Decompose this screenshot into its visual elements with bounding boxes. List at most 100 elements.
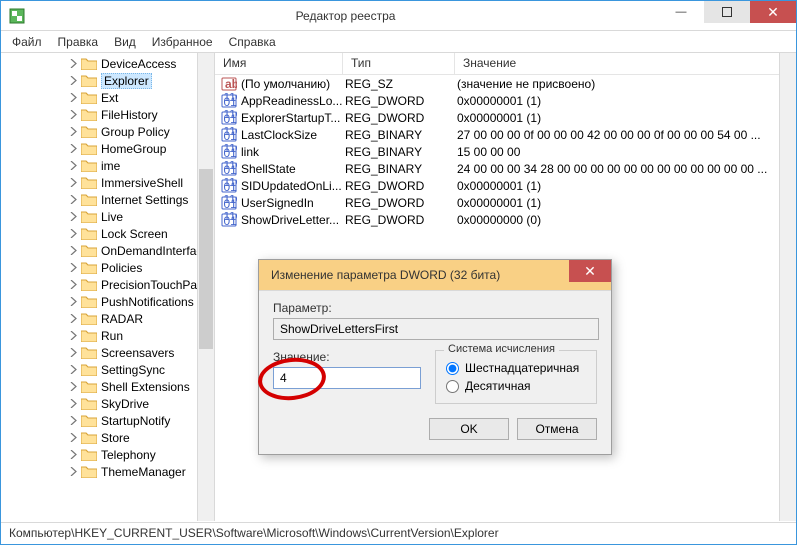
- list-row[interactable]: 110011LastClockSizeREG_BINARY27 00 00 00…: [215, 126, 796, 143]
- tree-toggle-icon[interactable]: [67, 347, 79, 359]
- tree-toggle-icon[interactable]: [67, 279, 79, 291]
- value-name: ShowDriveLetter...: [241, 213, 339, 227]
- tree-node[interactable]: StartupNotify: [5, 412, 214, 429]
- tree-node-label: OnDemandInterfac: [101, 244, 202, 258]
- value-input[interactable]: [273, 367, 421, 389]
- tree-node[interactable]: SettingSync: [5, 361, 214, 378]
- svg-text:011: 011: [224, 146, 238, 160]
- tree-node[interactable]: ImmersiveShell: [5, 174, 214, 191]
- svg-text:011: 011: [224, 163, 238, 177]
- list-scrollbar[interactable]: [779, 53, 796, 521]
- tree-node[interactable]: FileHistory: [5, 106, 214, 123]
- menu-view[interactable]: Вид: [107, 33, 143, 51]
- tree-scrollbar[interactable]: [197, 53, 214, 521]
- tree-node-label: Group Policy: [101, 125, 170, 139]
- tree-toggle-icon[interactable]: [67, 211, 79, 223]
- list-row[interactable]: 110011ExplorerStartupT...REG_DWORD0x0000…: [215, 109, 796, 126]
- value-name: ShellState: [241, 162, 296, 176]
- reg-binary-icon: 110011: [221, 110, 237, 126]
- radix-dec-radio[interactable]: [446, 380, 459, 393]
- tree-pane[interactable]: DeviceAccessExplorerExtFileHistory Group …: [1, 53, 215, 521]
- tree-toggle-icon[interactable]: [67, 313, 79, 325]
- list-row[interactable]: 110011UserSignedInREG_DWORD0x00000001 (1…: [215, 194, 796, 211]
- value-data: 0x00000000 (0): [455, 213, 796, 227]
- tree-toggle-icon[interactable]: [67, 466, 79, 478]
- menu-file[interactable]: Файл: [5, 33, 49, 51]
- menu-favorites[interactable]: Избранное: [145, 33, 220, 51]
- tree-toggle-icon[interactable]: [67, 432, 79, 444]
- list-row[interactable]: 110011linkREG_BINARY15 00 00 00: [215, 143, 796, 160]
- tree-toggle-icon[interactable]: [67, 75, 79, 87]
- tree-toggle-icon[interactable]: [67, 126, 79, 138]
- tree-node[interactable]: Screensavers: [5, 344, 214, 361]
- minimize-button[interactable]: —: [658, 1, 704, 23]
- radix-hex[interactable]: Шестнадцатеричная: [446, 361, 586, 375]
- tree-toggle-icon[interactable]: [67, 381, 79, 393]
- menu-help[interactable]: Справка: [222, 33, 283, 51]
- dialog-titlebar[interactable]: Изменение параметра DWORD (32 бита) ✕: [259, 260, 611, 290]
- tree-toggle-icon[interactable]: [67, 330, 79, 342]
- menubar: Файл Правка Вид Избранное Справка: [1, 31, 796, 53]
- tree-toggle-icon[interactable]: [67, 58, 79, 70]
- tree-node[interactable]: HomeGroup: [5, 140, 214, 157]
- tree-node[interactable]: ThemeManager: [5, 463, 214, 480]
- tree-node[interactable]: PrecisionTouchPa: [5, 276, 214, 293]
- cancel-button[interactable]: Отмена: [517, 418, 597, 440]
- tree-node[interactable]: Ext: [5, 89, 214, 106]
- tree-node[interactable]: Shell Extensions: [5, 378, 214, 395]
- list-header: Имя Тип Значение: [215, 53, 796, 75]
- window-title: Редактор реестра: [33, 9, 658, 23]
- maximize-button[interactable]: [704, 1, 750, 23]
- radix-hex-radio[interactable]: [446, 362, 459, 375]
- tree-toggle-icon[interactable]: [67, 143, 79, 155]
- tree-node[interactable]: Explorer: [5, 72, 214, 89]
- list-row[interactable]: 110011SIDUpdatedOnLi...REG_DWORD0x000000…: [215, 177, 796, 194]
- tree-node[interactable]: Lock Screen: [5, 225, 214, 242]
- tree-node[interactable]: Run: [5, 327, 214, 344]
- radix-dec[interactable]: Десятичная: [446, 379, 586, 393]
- menu-edit[interactable]: Правка: [51, 33, 106, 51]
- tree-node[interactable]: Policies: [5, 259, 214, 276]
- tree-node-label: Lock Screen: [101, 227, 168, 241]
- value-type: REG_DWORD: [343, 179, 455, 193]
- tree-toggle-icon[interactable]: [67, 245, 79, 257]
- tree-toggle-icon[interactable]: [67, 194, 79, 206]
- tree-node[interactable]: Live: [5, 208, 214, 225]
- tree-toggle-icon[interactable]: [67, 177, 79, 189]
- close-button[interactable]: ✕: [750, 1, 796, 23]
- tree-node[interactable]: ime: [5, 157, 214, 174]
- tree-node-label: RADAR: [101, 312, 143, 326]
- tree-node[interactable]: Telephony: [5, 446, 214, 463]
- col-value[interactable]: Значение: [455, 53, 796, 74]
- tree-toggle-icon[interactable]: [67, 160, 79, 172]
- tree-toggle-icon[interactable]: [67, 415, 79, 427]
- tree-toggle-icon[interactable]: [67, 296, 79, 308]
- list-row[interactable]: 110011AppReadinessLo...REG_DWORD0x000000…: [215, 92, 796, 109]
- tree-node[interactable]: Internet Settings: [5, 191, 214, 208]
- tree-toggle-icon[interactable]: [67, 228, 79, 240]
- tree-toggle-icon[interactable]: [67, 364, 79, 376]
- tree-node[interactable]: RADAR: [5, 310, 214, 327]
- tree-toggle-icon[interactable]: [67, 92, 79, 104]
- reg-binary-icon: 110011: [221, 195, 237, 211]
- tree-toggle-icon[interactable]: [67, 262, 79, 274]
- ok-button[interactable]: OK: [429, 418, 509, 440]
- tree-toggle-icon[interactable]: [67, 449, 79, 461]
- tree-toggle-icon[interactable]: [67, 109, 79, 121]
- tree-node[interactable]: SkyDrive: [5, 395, 214, 412]
- tree-node[interactable]: OnDemandInterfac: [5, 242, 214, 259]
- col-name[interactable]: Имя: [215, 53, 343, 74]
- tree-toggle-icon[interactable]: [67, 398, 79, 410]
- list-row[interactable]: 110011ShowDriveLetter...REG_DWORD0x00000…: [215, 211, 796, 228]
- radix-legend: Система исчисления: [444, 343, 559, 355]
- list-row[interactable]: ab(По умолчанию)REG_SZ(значение не присв…: [215, 75, 796, 92]
- value-data: (значение не присвоено): [455, 77, 796, 91]
- tree-node[interactable]: DeviceAccess: [5, 55, 214, 72]
- dialog-close-button[interactable]: ✕: [569, 260, 611, 282]
- list-row[interactable]: 110011ShellStateREG_BINARY24 00 00 00 34…: [215, 160, 796, 177]
- col-type[interactable]: Тип: [343, 53, 455, 74]
- tree-node[interactable]: Group Policy: [5, 123, 214, 140]
- tree-node[interactable]: PushNotifications: [5, 293, 214, 310]
- tree-node[interactable]: Store: [5, 429, 214, 446]
- svg-text:011: 011: [224, 197, 238, 211]
